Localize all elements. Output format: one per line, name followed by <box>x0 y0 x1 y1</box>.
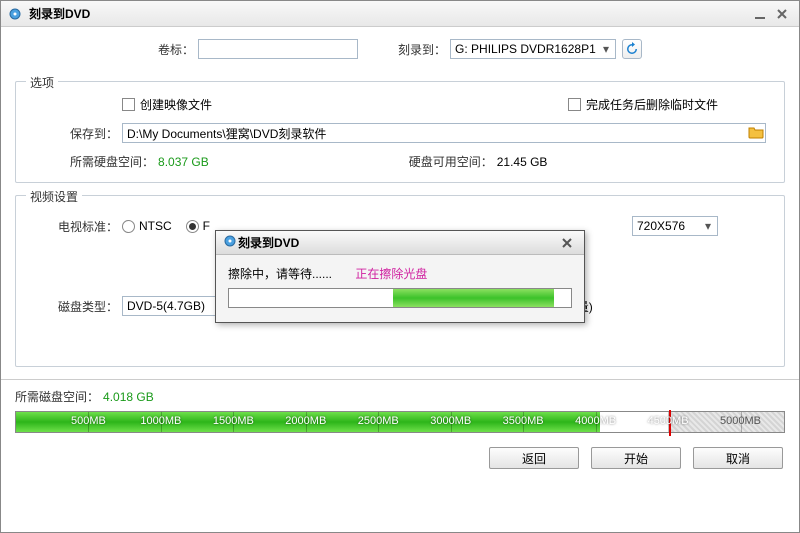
close-button[interactable] <box>771 5 793 23</box>
disk-avail-value: 21.45 GB <box>497 155 548 169</box>
modal-status-prefix: 擦除中，请等待...... <box>228 267 332 281</box>
drive-select[interactable]: G: PHILIPS DVDR1628P1 ▾ <box>450 39 616 59</box>
options-legend: 选项 <box>26 74 58 91</box>
tick-label: 1000MB <box>140 415 181 427</box>
modal-progress-fill <box>393 289 554 307</box>
video-legend: 视频设置 <box>26 188 82 205</box>
tick-label: 500MB <box>71 415 106 427</box>
app-icon <box>222 234 238 251</box>
cancel-label: 取消 <box>726 450 750 467</box>
minimize-button[interactable] <box>749 5 771 23</box>
tick-label: 2500MB <box>358 415 399 427</box>
tick-label: 5000MB <box>720 415 761 427</box>
button-bar: 返回 开始 取消 <box>1 433 799 483</box>
resolution-value: 720X576 <box>637 219 685 233</box>
tick-label: 1500MB <box>213 415 254 427</box>
disk-needed-value: 8.037 GB <box>158 155 209 169</box>
refresh-button[interactable] <box>622 39 642 59</box>
delete-temp-checkbox[interactable] <box>568 98 581 111</box>
titlebar: 刻录到DVD <box>1 1 799 27</box>
drive-selected-value: G: PHILIPS DVDR1628P1 <box>455 42 596 56</box>
tv-standard-label: 电视标准： <box>58 218 122 235</box>
volume-label: 卷标： <box>158 41 194 58</box>
disk-type-value: DVD-5(4.7GB) <box>127 299 205 313</box>
save-to-input[interactable] <box>122 123 766 143</box>
create-image-checkbox[interactable] <box>122 98 135 111</box>
resolution-select[interactable]: 720X576 ▾ <box>632 216 718 236</box>
modal-titlebar: 刻录到DVD <box>216 231 584 255</box>
pal-radio[interactable] <box>186 220 199 233</box>
pal-label: F <box>203 219 210 233</box>
erase-modal: 刻录到DVD 擦除中，请等待...... 正在擦除光盘 <box>215 230 585 323</box>
back-button[interactable]: 返回 <box>489 447 579 469</box>
burn-to-label: 刻录到： <box>398 41 446 58</box>
disk-usage-bar: 500MB 1000MB 1500MB 2000MB 2500MB 3000MB 3500M… <box>15 411 785 433</box>
start-label: 开始 <box>624 450 648 467</box>
modal-title: 刻录到DVD <box>238 234 556 251</box>
tick-label: 2000MB <box>285 415 326 427</box>
disk-needed-label: 所需硬盘空间： <box>70 153 154 170</box>
disk-type-label: 磁盘类型： <box>58 298 122 315</box>
tick-label: 4500MB <box>648 415 689 427</box>
chevron-down-icon: ▾ <box>599 42 613 56</box>
volume-input[interactable] <box>198 39 358 59</box>
tick-label: 3500MB <box>503 415 544 427</box>
app-icon <box>7 7 23 21</box>
ntsc-label: NTSC <box>139 219 172 233</box>
disk-usage-section: 所需磁盘空间： 4.018 GB 500MB 1000MB 1500MB 2000MB… <box>1 379 799 433</box>
options-group: 选项 创建映像文件 完成任务后删除临时文件 保存到： 所需硬盘空间： 8.037… <box>15 81 785 183</box>
save-to-label: 保存到： <box>70 125 122 142</box>
create-image-label: 创建映像文件 <box>140 96 212 113</box>
tick-label: 3000MB <box>430 415 471 427</box>
cancel-button[interactable]: 取消 <box>693 447 783 469</box>
start-button[interactable]: 开始 <box>591 447 681 469</box>
ntsc-radio[interactable] <box>122 220 135 233</box>
window-title: 刻录到DVD <box>29 5 749 22</box>
browse-folder-button[interactable] <box>748 125 764 142</box>
delete-temp-label: 完成任务后删除临时文件 <box>586 96 718 113</box>
modal-status: 擦除中，请等待...... 正在擦除光盘 <box>228 265 572 282</box>
disk-ticks: 500MB 1000MB 1500MB 2000MB 2500MB 3000MB 3500M… <box>16 412 784 432</box>
disk-usage-value: 4.018 GB <box>103 390 154 404</box>
disk-usage-label: 所需磁盘空间： <box>15 388 99 405</box>
tick-label: 4000MB <box>575 415 616 427</box>
chevron-down-icon: ▾ <box>701 219 715 233</box>
disk-avail-label: 硬盘可用空间： <box>409 153 493 170</box>
modal-status-message: 正在擦除光盘 <box>355 267 427 281</box>
modal-progress <box>228 288 572 308</box>
back-label: 返回 <box>522 450 546 467</box>
modal-close-button[interactable] <box>556 234 578 252</box>
